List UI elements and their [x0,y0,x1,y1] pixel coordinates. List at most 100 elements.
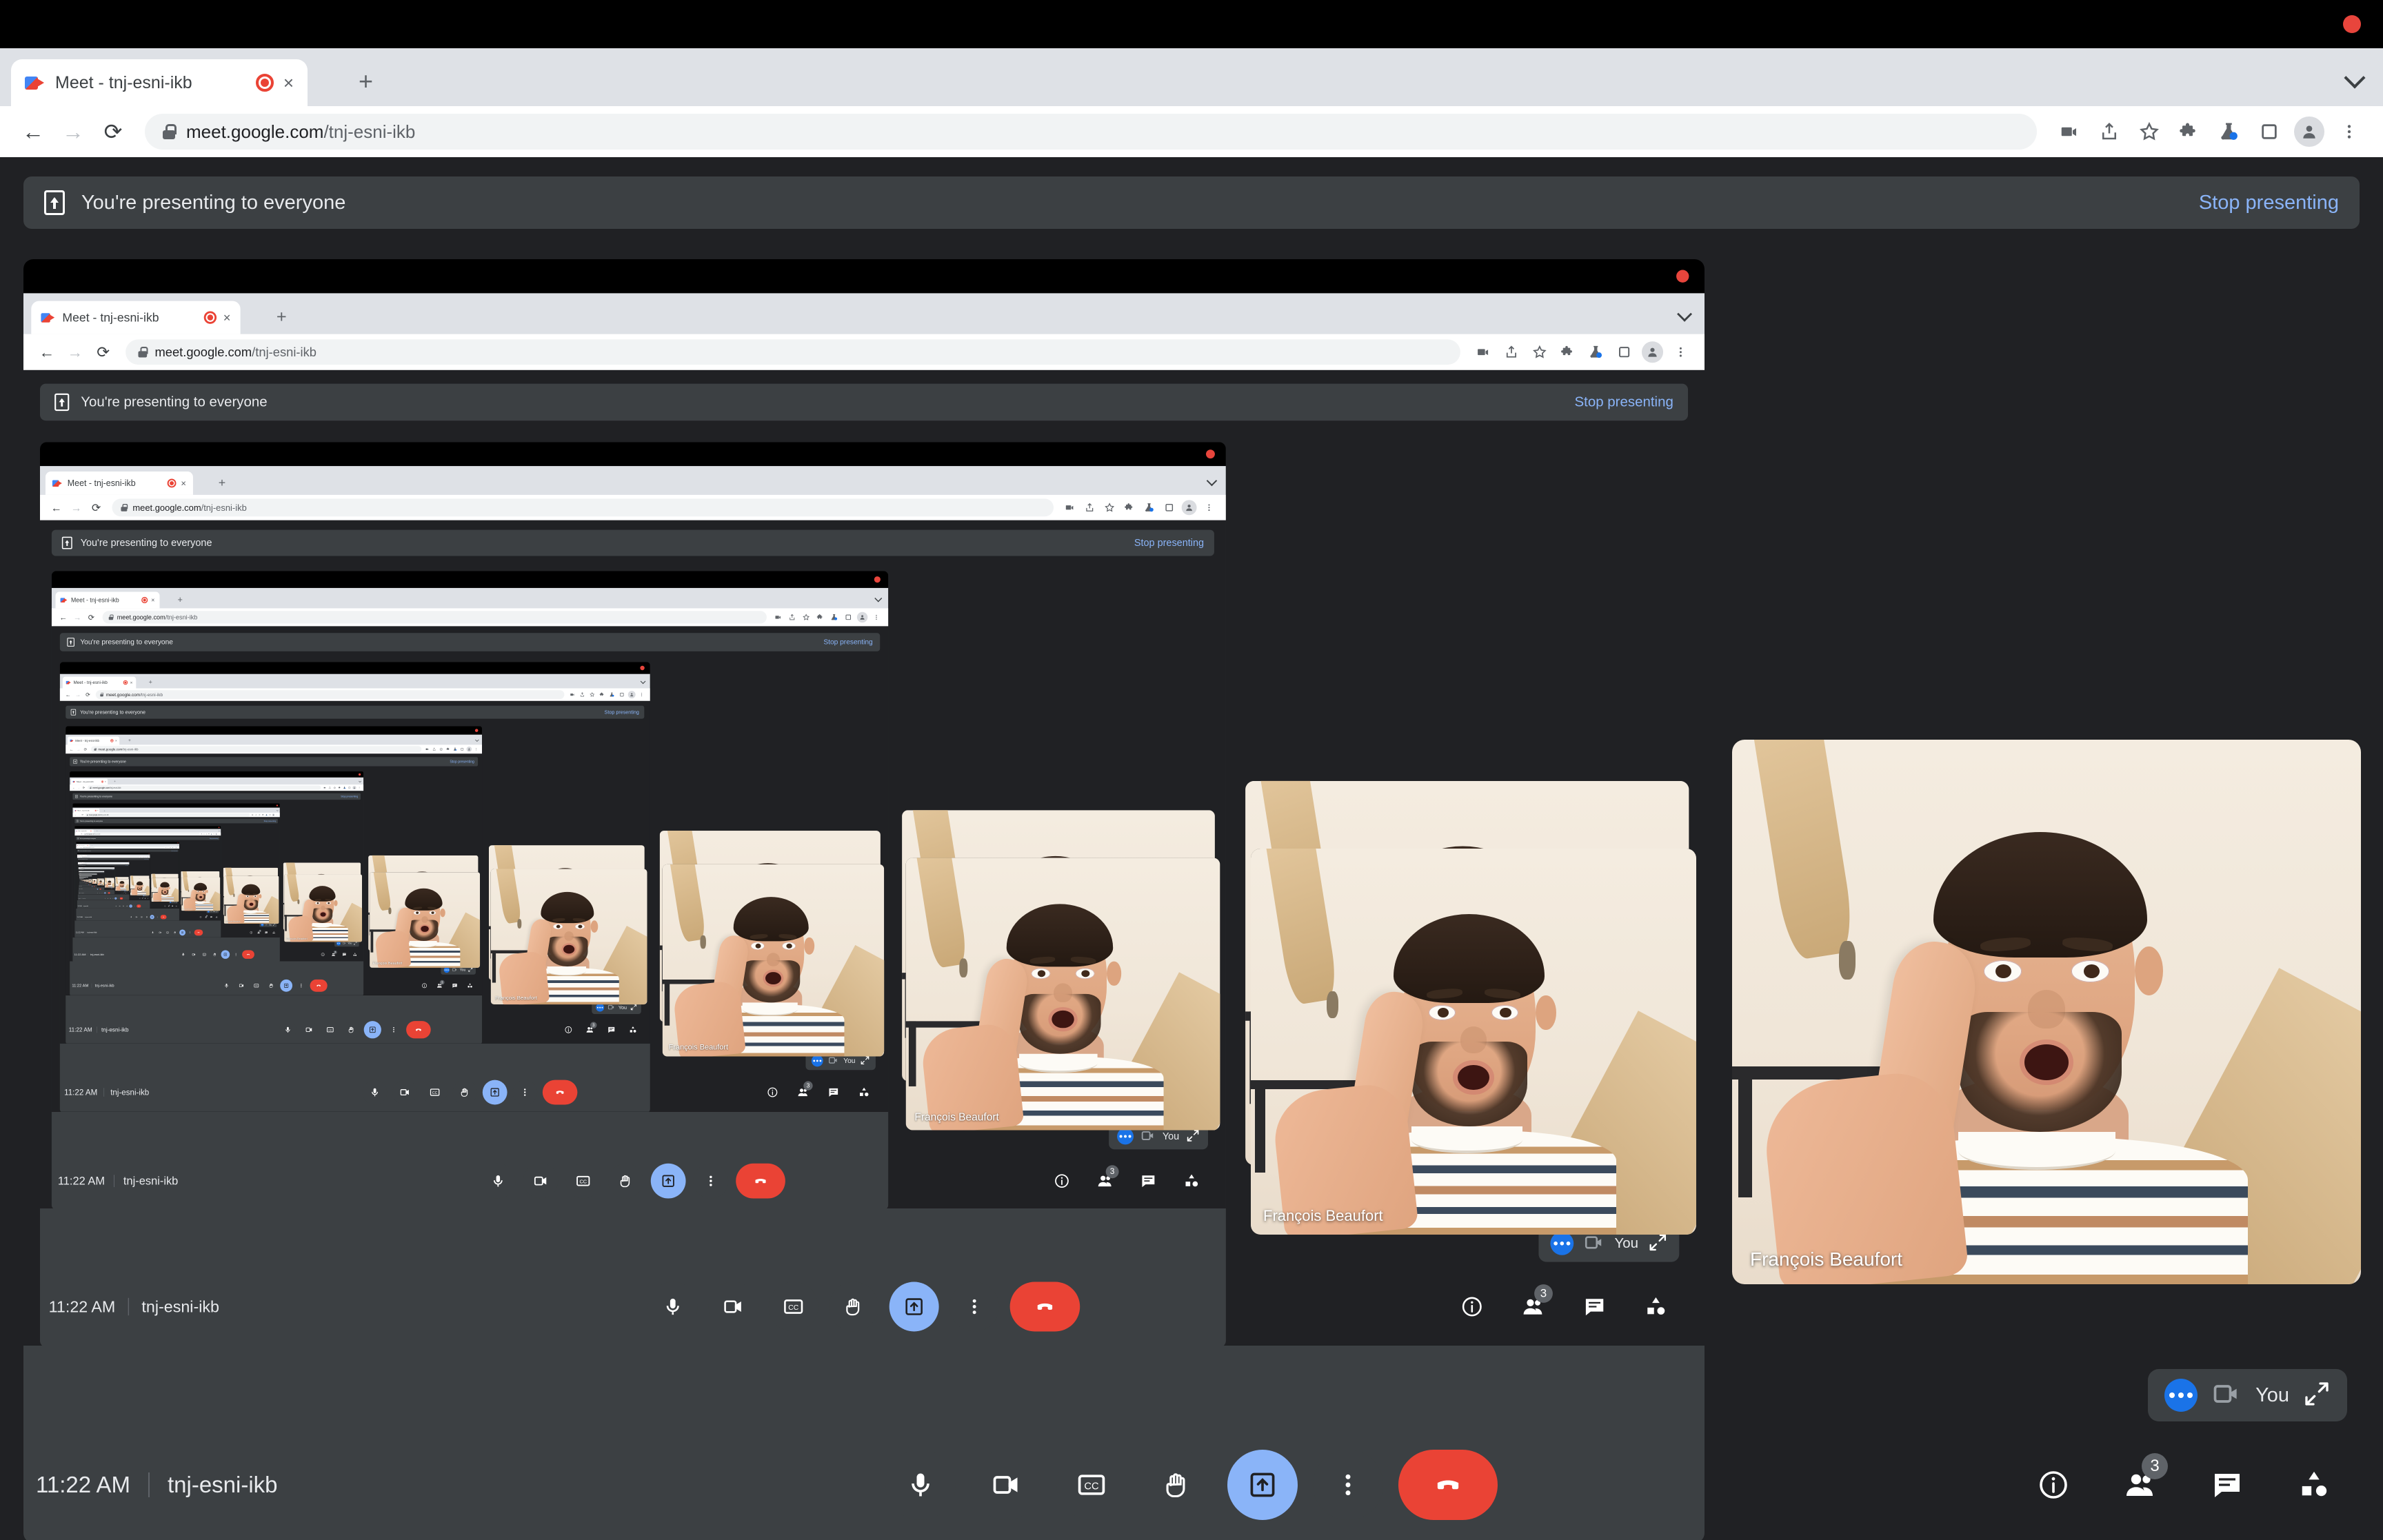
window-close-dot[interactable] [1205,449,1215,459]
three-dot-menu-icon[interactable] [1667,339,1693,365]
captions-button[interactable]: CC [250,979,263,992]
chat-button[interactable] [171,904,174,907]
expand-arrows-icon[interactable] [176,901,177,903]
captions-button[interactable]: CC [1056,1450,1127,1520]
meeting-details-button[interactable] [560,1022,576,1038]
reload-button[interactable]: ⟳ [81,785,86,789]
bookmark-star-icon[interactable] [438,746,444,752]
captions-button[interactable]: CC [164,929,171,936]
activities-button[interactable] [214,915,219,919]
experiments-flask-icon[interactable] [2211,113,2248,150]
captions-button[interactable]: CC [109,897,112,900]
people-button[interactable]: 3 [204,915,208,919]
leave-call-button[interactable] [542,1080,578,1105]
present-button[interactable] [1227,1450,1298,1520]
chat-button[interactable] [210,915,214,919]
more-options-button[interactable] [512,1080,538,1105]
leave-call-button[interactable] [99,889,101,890]
leave-call-button[interactable] [1009,1281,1080,1332]
present-button[interactable] [650,1163,686,1199]
three-dot-menu-icon[interactable] [275,813,279,817]
activities-button[interactable] [127,892,128,893]
leave-call-button[interactable] [310,979,328,992]
new-tab-button[interactable]: + [88,855,89,856]
experiments-flask-icon[interactable] [452,746,458,752]
meeting-details-button[interactable] [761,1081,785,1104]
chat-button[interactable] [449,980,461,991]
people-button[interactable]: 3 [330,950,338,959]
camera-off-icon[interactable] [342,942,345,946]
extensions-puzzle-icon[interactable] [261,813,265,817]
chevron-down-icon[interactable] [218,830,220,832]
chat-button[interactable] [822,1081,845,1104]
stop-presenting-button[interactable]: Stop presenting [144,859,148,860]
chevron-down-icon[interactable] [874,594,883,602]
microphone-button[interactable] [885,1450,956,1520]
extensions-puzzle-icon[interactable] [597,690,606,699]
bookmark-star-icon[interactable] [1100,498,1119,517]
reload-button[interactable]: ⟳ [81,833,83,835]
activities-button[interactable] [147,898,149,900]
people-button[interactable]: 3 [792,1081,815,1104]
microphone-button[interactable] [647,1281,698,1332]
new-tab-button[interactable]: + [359,69,373,94]
more-options-button[interactable] [132,904,137,908]
microphone-button[interactable] [179,950,188,959]
address-bar[interactable]: meet.google.com/tnj-esni-ikb [95,690,565,700]
chevron-down-icon[interactable] [640,678,646,685]
extensions-puzzle-icon[interactable] [337,785,342,790]
present-button[interactable] [280,979,293,992]
expand-arrows-icon[interactable] [1648,1233,1667,1255]
people-button[interactable]: 3 [141,897,143,900]
share-icon[interactable] [578,690,587,699]
microphone-button[interactable] [150,929,156,936]
video-tile-participant[interactable]: François Beaufort [1251,849,1696,1235]
reload-button[interactable]: ⟳ [90,339,116,365]
forward-button[interactable]: → [75,746,81,752]
three-dot-menu-icon[interactable] [1200,498,1218,517]
expand-arrows-icon[interactable] [630,1004,637,1011]
expand-arrows-icon[interactable] [354,942,357,946]
video-camera-icon[interactable] [567,690,576,699]
stop-presenting-button[interactable]: Stop presenting [341,795,358,798]
browser-tab[interactable]: Meet - tnj-esni-ikb × [75,829,94,833]
extensions-puzzle-icon[interactable] [2171,113,2208,150]
stop-presenting-button[interactable]: Stop presenting [264,820,276,822]
video-tile-participant[interactable]: François Beaufort [490,869,647,1005]
close-icon[interactable]: × [181,478,186,487]
people-button[interactable]: 3 [256,929,261,935]
expand-arrows-icon[interactable] [216,911,218,913]
profile-avatar-icon[interactable] [1180,498,1198,517]
window-close-dot[interactable] [1676,270,1689,283]
bookmark-star-icon[interactable] [587,690,596,699]
address-bar[interactable]: meet.google.com/tnj-esni-ikb [88,785,321,790]
window-close-dot[interactable] [640,665,645,671]
camera-off-icon[interactable] [828,1055,838,1066]
reload-button[interactable]: ⟳ [88,498,105,516]
video-tile-participant[interactable]: François Beaufort [115,879,129,891]
more-options-dots-icon[interactable] [336,941,341,946]
camera-off-icon[interactable] [1140,1128,1156,1144]
side-panel-icon[interactable] [1611,339,1638,365]
side-panel-icon[interactable] [1160,498,1178,517]
back-button[interactable]: ← [68,746,74,752]
close-icon[interactable]: × [97,810,98,811]
video-camera-icon[interactable] [1470,339,1496,365]
leave-call-button[interactable] [736,1163,785,1199]
chat-button[interactable] [263,930,269,935]
raise-hand-button[interactable] [144,915,150,920]
reload-button[interactable]: ⟳ [81,813,84,817]
bookmark-star-icon[interactable] [1527,339,1553,365]
more-options-dots-icon[interactable] [1550,1231,1574,1255]
camera-off-icon[interactable] [265,923,268,926]
activities-button[interactable] [351,951,359,959]
side-panel-icon[interactable] [2251,113,2288,150]
window-close-dot[interactable] [2343,15,2361,33]
forward-button[interactable]: → [77,785,81,789]
bookmark-star-icon[interactable] [800,611,813,624]
stop-presenting-button[interactable]: Stop presenting [605,709,639,715]
expand-arrows-icon[interactable] [273,923,275,926]
more-options-button[interactable] [231,950,241,959]
chevron-down-icon[interactable] [1677,306,1693,322]
leave-call-button[interactable] [242,950,254,959]
